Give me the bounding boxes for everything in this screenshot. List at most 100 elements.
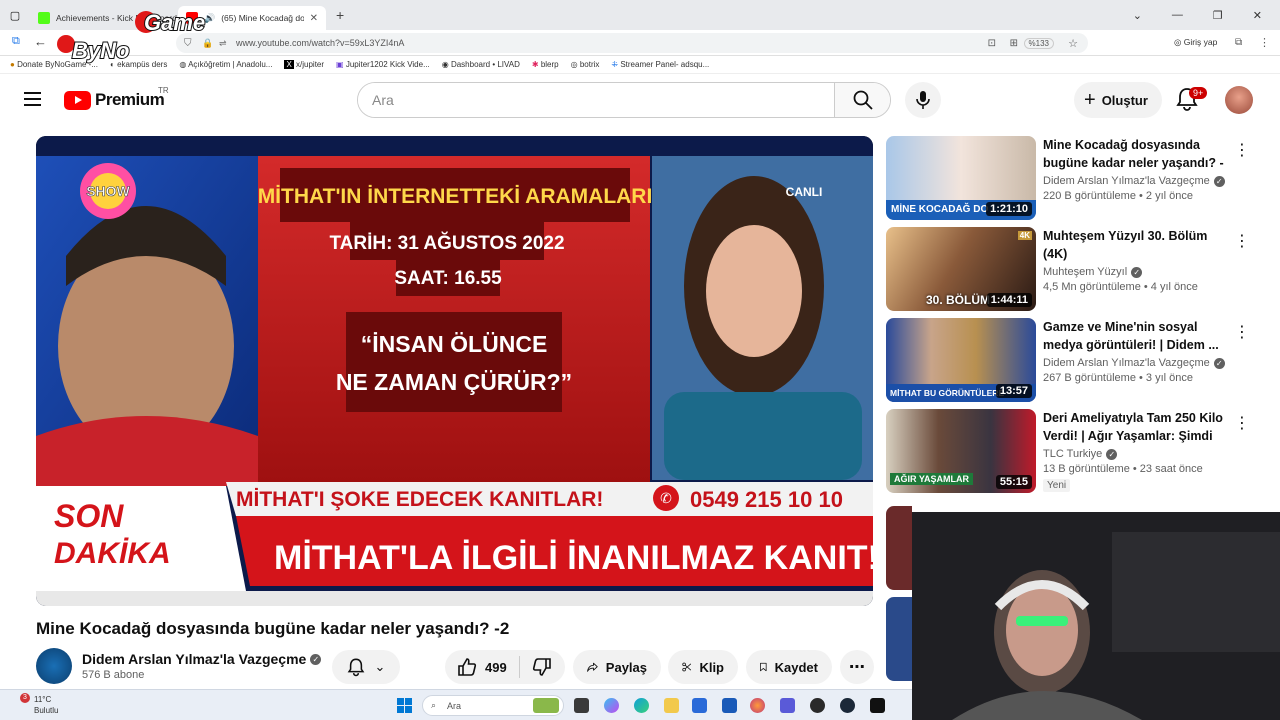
more-menu-icon[interactable]: ⋮ xyxy=(1259,36,1270,49)
recommendation-title[interactable]: Deri Ameliyatıyla Tam 250 Kilo Verdi! | … xyxy=(1043,409,1228,445)
video-player[interactable]: SHOW MİTHAT'IN İNTERNETTEKİ ARAMALARI TA… xyxy=(36,136,873,606)
bookmark-label: ekampüs ders xyxy=(117,60,168,69)
recommendation-title[interactable]: Gamze ve Mine'nin sosyal medya görüntüle… xyxy=(1043,318,1228,354)
obs-icon[interactable] xyxy=(810,698,825,713)
verified-icon: ✓ xyxy=(1131,266,1143,278)
more-actions-button[interactable]: ⋯ xyxy=(840,650,874,684)
recommendation-title[interactable]: Mine Kocadağ dosyasında bugüne kadar nel… xyxy=(1043,136,1228,172)
channel-name-link[interactable]: Didem Arslan Yılmaz'la Vazgeçme ✓ xyxy=(82,651,322,667)
recommendation-title[interactable]: Muhteşem Yüzyıl 30. Bölüm (4K) xyxy=(1043,227,1228,263)
bookmark-item[interactable]: ◉ Dashboard • LIVAD xyxy=(442,60,520,69)
bookmark-item[interactable]: ◐ ekampüs ders xyxy=(110,60,167,69)
teams-icon[interactable] xyxy=(780,698,795,713)
bookmark-icon: ✱ xyxy=(531,60,539,69)
bookmark-label: botrix xyxy=(579,60,600,69)
zoom-level[interactable]: %133 xyxy=(1023,37,1054,49)
dislike-icon[interactable] xyxy=(532,657,552,677)
divider xyxy=(518,656,520,678)
tab-youtube[interactable]: 🔊 (65) Mine Kocadağ dosyası... ✕ xyxy=(178,6,326,30)
like-count[interactable]: 499 xyxy=(485,660,507,675)
audio-icon[interactable]: 🔊 xyxy=(204,13,215,24)
close-window-button[interactable]: ✕ xyxy=(1253,9,1262,22)
task-view-icon[interactable] xyxy=(574,698,589,713)
back-button[interactable]: ← xyxy=(34,34,47,49)
signin-button[interactable]: ◎ Giriş yap xyxy=(1174,37,1217,48)
edge-icon[interactable] xyxy=(634,698,649,713)
screenshot-icon[interactable]: ⊡ xyxy=(988,38,996,49)
install-icon[interactable]: ⊞ xyxy=(1010,38,1018,49)
tab-list-icon[interactable]: ▢ xyxy=(0,9,30,22)
taskbar-search[interactable]: ⌕ Ara xyxy=(422,695,564,716)
voice-search-button[interactable] xyxy=(905,82,941,118)
store-icon[interactable] xyxy=(692,698,707,713)
recommendation-channel[interactable]: Muhteşem Yüzyıl ✓ xyxy=(1043,266,1228,278)
window-controls: ⌄ — ❐ ✕ xyxy=(1133,9,1280,22)
recommendation-channel[interactable]: Didem Arslan Yılmaz'la Vazgeçme ✓ xyxy=(1043,175,1228,187)
video-thumbnail[interactable]: 30. BÖLÜM 4K 1:44:11 xyxy=(886,227,1036,311)
account-avatar[interactable] xyxy=(1225,86,1253,114)
save-label: Kaydet xyxy=(774,659,818,675)
start-button[interactable] xyxy=(397,698,412,713)
video-duration: 1:21:10 xyxy=(986,202,1032,216)
save-button[interactable]: Kaydet xyxy=(746,650,832,684)
bookmark-item[interactable]: ✱ blerp xyxy=(532,60,559,69)
firefox-icon[interactable] xyxy=(750,698,765,713)
channel-name: Didem Arslan Yılmaz'la Vazgeçme xyxy=(1043,357,1210,369)
recommendation-item[interactable]: MİNE KOCADAĞ DO 1:21:10 Mine Kocadağ dos… xyxy=(886,136,1250,220)
search-button[interactable] xyxy=(834,83,890,117)
copilot-icon[interactable] xyxy=(604,698,619,713)
video-thumbnail[interactable]: MİNE KOCADAĞ DO 1:21:10 xyxy=(886,136,1036,220)
more-vertical-icon[interactable]: ⋮ xyxy=(1234,140,1250,160)
more-vertical-icon[interactable]: ⋮ xyxy=(1234,231,1250,251)
epic-games-icon[interactable] xyxy=(870,698,885,713)
bookmark-item[interactable]: X x/jupiter xyxy=(284,60,324,69)
search-input[interactable] xyxy=(358,83,834,117)
url-bar[interactable]: ⛉ 🔒 ⇌ www.youtube.com/watch?v=59xL3YZI4n… xyxy=(176,33,1088,53)
recommendation-channel[interactable]: TLC Turkiye ✓ xyxy=(1043,448,1228,460)
close-tab-icon[interactable]: ✕ xyxy=(310,13,318,24)
chevron-down-icon[interactable]: ⌄ xyxy=(1133,9,1142,22)
notification-badge: 9+ xyxy=(1189,87,1208,99)
reading-list-icon[interactable]: ⧉ xyxy=(12,35,20,48)
youtube-premium-logo[interactable]: Premium TR xyxy=(64,86,169,110)
site-info-icon[interactable]: ⇌ xyxy=(219,38,227,49)
bookmark-item[interactable]: ● Donate ByNoGame -... xyxy=(10,60,98,69)
minimize-button[interactable]: — xyxy=(1172,9,1183,22)
recommendation-channel[interactable]: Didem Arslan Yılmaz'la Vazgeçme ✓ xyxy=(1043,357,1228,369)
steam-icon[interactable] xyxy=(840,698,855,713)
recommendation-item[interactable]: AĞIR YAŞAMLAR 55:15 Deri Ameliyatıyla Ta… xyxy=(886,409,1250,493)
recommendation-item[interactable]: MİTHAT BU GÖRÜNTÜLERE 13:57 Gamze ve Min… xyxy=(886,318,1250,402)
tab-kick-dashboard[interactable]: Achievements - Kick Dashboard xyxy=(30,6,178,30)
like-icon[interactable] xyxy=(457,657,477,677)
more-vertical-icon[interactable]: ⋮ xyxy=(1234,413,1250,433)
video-thumbnail[interactable]: AĞIR YAŞAMLAR 55:15 xyxy=(886,409,1036,493)
new-badge: Yeni xyxy=(1043,479,1071,492)
video-title: Mine Kocadağ dosyasında bugüne kadar nel… xyxy=(36,619,510,638)
more-vertical-icon[interactable]: ⋮ xyxy=(1234,322,1250,342)
share-button[interactable]: Paylaş xyxy=(573,650,661,684)
channel-avatar[interactable] xyxy=(36,648,72,684)
partial-thumbnail[interactable] xyxy=(886,597,912,681)
clip-label: Klip xyxy=(699,659,724,675)
frame-heading: MİTHAT'IN İNTERNETTEKİ ARAMALARI xyxy=(258,185,653,208)
maximize-button[interactable]: ❐ xyxy=(1213,9,1223,22)
lock-icon[interactable]: 🔒 xyxy=(202,38,213,49)
partial-thumbnail[interactable] xyxy=(886,506,912,590)
file-explorer-icon[interactable] xyxy=(664,698,679,713)
bookmark-item[interactable]: ▣ Jupiter1202 Kick Vide... xyxy=(336,60,430,69)
subscription-bell-button[interactable]: ⌄ xyxy=(332,650,400,684)
bookmark-item[interactable]: ⁜ Streamer Panel- adsqu... xyxy=(611,60,709,69)
bookmark-item[interactable]: ◎ botrix xyxy=(571,60,600,69)
weather-widget[interactable]: 3 11°C Bulutlu xyxy=(12,693,58,716)
extensions-icon[interactable]: ⧉ xyxy=(1235,37,1242,48)
mail-icon[interactable] xyxy=(722,698,737,713)
create-button[interactable]: + Oluştur xyxy=(1074,82,1162,118)
recommendation-item[interactable]: 30. BÖLÜM 4K 1:44:11 Muhteşem Yüzyıl 30.… xyxy=(886,227,1250,311)
favorite-star-icon[interactable]: ☆ xyxy=(1068,37,1078,50)
hamburger-menu-icon[interactable] xyxy=(24,92,41,106)
new-tab-button[interactable]: + xyxy=(336,7,344,23)
bookmark-item[interactable]: ◍ Açıköğretim | Anadolu... xyxy=(179,60,272,69)
shield-icon[interactable]: ⛉ xyxy=(184,38,192,49)
video-thumbnail[interactable]: MİTHAT BU GÖRÜNTÜLERE 13:57 xyxy=(886,318,1036,402)
clip-button[interactable]: Klip xyxy=(668,650,738,684)
